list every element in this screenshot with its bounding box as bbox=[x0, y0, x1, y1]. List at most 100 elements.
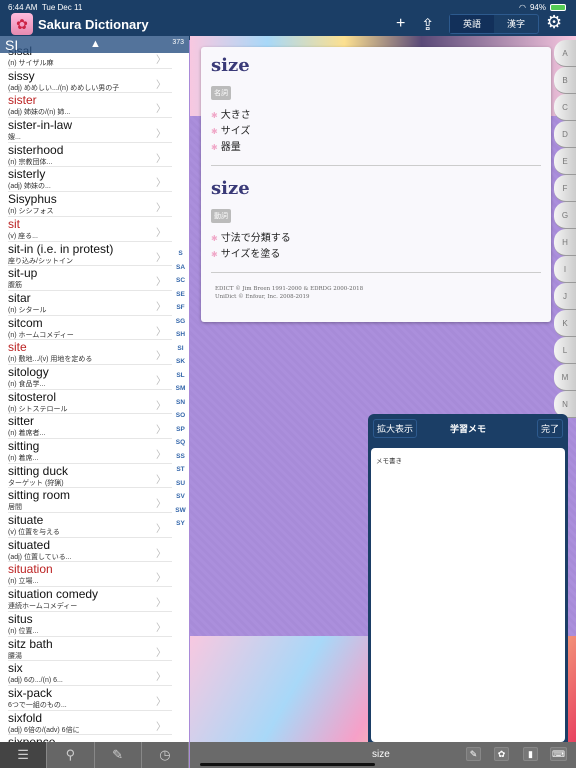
list-item[interactable]: situate (v) 位置を与える 〉 bbox=[8, 513, 172, 538]
alphabet-tab[interactable]: H bbox=[554, 229, 576, 256]
index-item[interactable]: SH bbox=[172, 331, 189, 345]
section-index[interactable]: S SA SC SE SF SG SH SI SK SL SM SN SO SP SQ SS ST SU SV SW S… bbox=[172, 250, 189, 534]
language-segmented-control[interactable]: 英語 漢字 bbox=[449, 14, 539, 34]
list-item[interactable]: sitcom (n) ホームコメディー 〉 bbox=[8, 316, 172, 341]
index-item[interactable]: SY bbox=[172, 520, 189, 534]
chevron-right-icon: 〉 bbox=[156, 622, 166, 634]
index-item[interactable]: SO bbox=[172, 412, 189, 426]
list-item[interactable]: sisterhood (n) 宗教団体... 〉 bbox=[8, 143, 172, 168]
list-item[interactable]: sitosterol (n) シトステロール 〉 bbox=[8, 390, 172, 415]
chevron-right-icon: 〉 bbox=[156, 326, 166, 338]
done-button[interactable]: 完了 bbox=[536, 419, 563, 438]
list-item[interactable]: sit-in (i.e. in protest) 座り込み/シットイン 〉 bbox=[8, 242, 172, 267]
index-item[interactable]: SM bbox=[172, 385, 189, 399]
bottom-bar: size ✎ ✿ ▮ ⌨ bbox=[190, 742, 576, 768]
alphabet-tab[interactable]: B bbox=[554, 67, 576, 94]
list-item[interactable]: sitting room 居間 〉 bbox=[8, 488, 172, 514]
history-icon[interactable]: ◷ bbox=[142, 742, 189, 768]
list-icon[interactable]: ☰ bbox=[0, 742, 48, 768]
entry-block: size 動詞 ✱ 寸法で分類する ✱ サイズを塗る bbox=[211, 178, 541, 273]
index-item[interactable]: SS bbox=[172, 453, 189, 467]
segment-kanji[interactable]: 漢字 bbox=[494, 15, 538, 33]
index-item[interactable]: SE bbox=[172, 291, 189, 305]
list-item[interactable]: six (adj) 6の.../(n) 6... 〉 bbox=[8, 661, 172, 686]
index-item[interactable]: SW bbox=[172, 507, 189, 521]
index-item[interactable]: SI bbox=[172, 345, 189, 359]
chevron-right-icon: 〉 bbox=[156, 474, 166, 486]
memo-textarea[interactable]: メモ書き bbox=[371, 448, 565, 742]
index-item[interactable]: SQ bbox=[172, 439, 189, 453]
list-item[interactable]: Sisyphus (n) シシフォス 〉 bbox=[8, 192, 172, 217]
alphabet-tab[interactable]: D bbox=[554, 121, 576, 148]
gear-icon[interactable]: ⚙ bbox=[546, 12, 562, 33]
list-item[interactable]: situation (n) 立場... 〉 bbox=[8, 562, 172, 588]
part-of-speech-badge: 名詞 bbox=[211, 86, 231, 100]
list-item[interactable]: sissy (adj) めめしい.../(n) めめしい男の子 〉 bbox=[8, 69, 172, 94]
alphabet-tab[interactable]: J bbox=[554, 283, 576, 310]
sakura-icon[interactable]: ✿ bbox=[494, 747, 509, 761]
add-icon[interactable]: + bbox=[396, 15, 405, 33]
bookmark-icon[interactable]: ▮ bbox=[523, 747, 538, 761]
word: sitting room bbox=[8, 488, 71, 503]
alphabet-tab[interactable]: L bbox=[554, 337, 576, 364]
list-item[interactable]: sisterly (adj) 姉妹の... 〉 bbox=[8, 167, 172, 193]
search-icon[interactable]: ⚲ bbox=[47, 742, 95, 768]
list-item[interactable]: six-pack 6つで一組のもの... 〉 bbox=[8, 686, 172, 711]
list-item[interactable]: situation comedy 連続ホームコメディー 〉 bbox=[8, 587, 172, 612]
divider bbox=[211, 272, 541, 273]
word: sitter bbox=[8, 414, 35, 429]
alphabet-tabs: ABCDEFGHIJKLMN bbox=[554, 40, 576, 418]
index-item[interactable]: SL bbox=[172, 372, 189, 386]
marker-icon[interactable]: ✎ bbox=[95, 742, 142, 768]
index-item[interactable]: SN bbox=[172, 399, 189, 413]
index-item[interactable]: SV bbox=[172, 493, 189, 507]
index-item[interactable]: SP bbox=[172, 426, 189, 440]
list-item[interactable]: sit-up 腹筋 〉 bbox=[8, 266, 172, 291]
word: situate bbox=[8, 513, 44, 528]
alphabet-tab[interactable]: M bbox=[554, 364, 576, 391]
pencil-icon[interactable]: ✎ bbox=[466, 747, 481, 761]
scroll-up-icon[interactable]: ▲ bbox=[90, 38, 101, 50]
list-item[interactable]: sitology (n) 食品学... 〉 bbox=[8, 365, 172, 390]
list-item[interactable]: sister (adj) 姉妹の/(n) 姉... 〉 bbox=[8, 93, 172, 119]
word-list-panel: SI ▲ 373 sisal(n) サイザル麻〉sissy(adj) めめしい.… bbox=[0, 36, 189, 742]
chevron-right-icon: 〉 bbox=[156, 301, 166, 313]
chevron-right-icon: 〉 bbox=[156, 351, 166, 363]
list-item[interactable]: sixfold (adj) 6倍の/(adv) 6倍に 〉 bbox=[8, 711, 172, 736]
alphabet-tab[interactable]: F bbox=[554, 175, 576, 202]
list-item[interactable]: situs (n) 位置... 〉 bbox=[8, 612, 172, 637]
index-item[interactable]: ST bbox=[172, 466, 189, 480]
keyboard-icon[interactable]: ⌨ bbox=[550, 747, 567, 761]
list-item[interactable]: site (n) 敷地.../(v) 用地を定める 〉 bbox=[8, 340, 172, 365]
segment-english[interactable]: 英語 bbox=[450, 15, 494, 33]
alphabet-tab[interactable]: G bbox=[554, 202, 576, 229]
index-item[interactable]: SC bbox=[172, 277, 189, 291]
share-icon[interactable]: ⇪ bbox=[421, 15, 434, 35]
index-item[interactable]: S bbox=[172, 250, 189, 264]
alphabet-tab[interactable]: C bbox=[554, 94, 576, 121]
index-item[interactable]: SF bbox=[172, 304, 189, 318]
list-item[interactable]: sitz bath 腰湯 〉 bbox=[8, 637, 172, 662]
index-item[interactable]: SK bbox=[172, 358, 189, 372]
chevron-right-icon: 〉 bbox=[156, 79, 166, 91]
index-item[interactable]: SA bbox=[172, 264, 189, 278]
index-item[interactable]: SU bbox=[172, 480, 189, 494]
list-item[interactable]: sitter (n) 着席者... 〉 bbox=[8, 414, 172, 439]
alphabet-tab[interactable]: E bbox=[554, 148, 576, 175]
list-item[interactable]: situated (adj) 位置している... 〉 bbox=[8, 538, 172, 563]
alphabet-tab[interactable]: A bbox=[554, 40, 576, 67]
word: six-pack bbox=[8, 685, 53, 700]
list-item[interactable]: sister-in-law 嫂... 〉 bbox=[8, 118, 172, 143]
definition-preview: (n) 宗教団体... bbox=[8, 158, 53, 166]
alphabet-tab[interactable]: I bbox=[554, 256, 576, 283]
list-item[interactable]: sitting (n) 着席... 〉 bbox=[8, 439, 172, 464]
chevron-right-icon: 〉 bbox=[156, 55, 166, 66]
list-item[interactable]: sitting duck ターゲット (狩猟) 〉 bbox=[8, 464, 172, 489]
divider bbox=[211, 165, 541, 166]
word: sister-in-law bbox=[8, 118, 73, 133]
index-item[interactable]: SG bbox=[172, 318, 189, 332]
list-item[interactable]: sit (v) 座る... 〉 bbox=[8, 217, 172, 242]
list-item[interactable]: sitar (n) シタール 〉 bbox=[8, 291, 172, 316]
list-item[interactable]: sixpence〉 bbox=[8, 735, 172, 742]
alphabet-tab[interactable]: K bbox=[554, 310, 576, 337]
